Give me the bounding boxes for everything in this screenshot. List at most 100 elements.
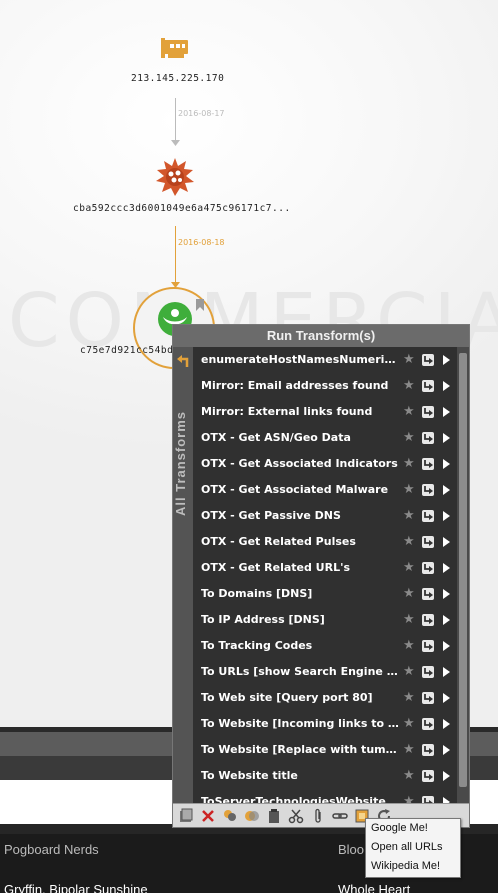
- star-icon[interactable]: ★: [403, 425, 415, 451]
- download-icon[interactable]: [421, 665, 435, 679]
- network-card-icon[interactable]: [160, 36, 190, 62]
- star-icon[interactable]: ★: [403, 503, 415, 529]
- submenu-arrow-icon[interactable]: [443, 355, 450, 365]
- transform-item[interactable]: OTX - Get Related URL's ★: [193, 555, 457, 581]
- menu-item-wikipedia-me[interactable]: Wikipedia Me!: [366, 857, 460, 876]
- edge-date-label: 2016-08-18: [178, 238, 225, 247]
- transform-item-label: OTX - Get Associated Malware: [201, 483, 389, 496]
- scrollbar[interactable]: [457, 347, 469, 803]
- submenu-arrow-icon[interactable]: [443, 563, 450, 573]
- download-icon[interactable]: [421, 431, 435, 445]
- download-icon[interactable]: [421, 405, 435, 419]
- star-icon[interactable]: ★: [403, 737, 415, 763]
- download-icon[interactable]: [421, 587, 435, 601]
- transform-item[interactable]: To Tracking Codes ★: [193, 633, 457, 659]
- transform-item[interactable]: To Website [Replace with tumbnail] ★: [193, 737, 457, 763]
- star-icon[interactable]: ★: [403, 763, 415, 789]
- download-icon[interactable]: [421, 535, 435, 549]
- download-icon[interactable]: [421, 639, 435, 653]
- download-icon[interactable]: [421, 717, 435, 731]
- transform-item[interactable]: ToServerTechnologiesWebsite ★: [193, 789, 457, 803]
- transform-item[interactable]: OTX - Get ASN/Geo Data ★: [193, 425, 457, 451]
- transform-item[interactable]: To URLs [show Search Engine res... ★: [193, 659, 457, 685]
- transform-item[interactable]: To IP Address [DNS] ★: [193, 607, 457, 633]
- export-icon[interactable]: [178, 808, 194, 824]
- star-icon[interactable]: ★: [403, 633, 415, 659]
- submenu-arrow-icon[interactable]: [443, 589, 450, 599]
- edge-date-label: 2016-08-17: [178, 109, 225, 118]
- back-arrow-icon[interactable]: [175, 353, 191, 369]
- download-icon[interactable]: [421, 769, 435, 783]
- clipboard-icon[interactable]: [266, 808, 282, 824]
- download-icon[interactable]: [421, 483, 435, 497]
- submenu-arrow-icon[interactable]: [443, 433, 450, 443]
- scroll-thumb[interactable]: [459, 353, 467, 787]
- transform-item[interactable]: OTX - Get Associated Indicators ★: [193, 451, 457, 477]
- download-icon[interactable]: [421, 509, 435, 523]
- transform-item-label: To Website [Incoming links to site]: [201, 717, 401, 730]
- download-icon[interactable]: [421, 561, 435, 575]
- transform-item[interactable]: To Website title ★: [193, 763, 457, 789]
- transform-item[interactable]: Mirror: Email addresses found ★: [193, 373, 457, 399]
- menu-item-open-all-urls[interactable]: Open all URLs: [366, 838, 460, 857]
- star-icon[interactable]: ★: [403, 477, 415, 503]
- star-icon[interactable]: ★: [403, 347, 415, 373]
- submenu-arrow-icon[interactable]: [443, 407, 450, 417]
- download-icon[interactable]: [421, 743, 435, 757]
- tab-all-transforms[interactable]: All Transforms: [173, 347, 193, 803]
- paint-icon[interactable]: [222, 808, 238, 824]
- transform-item[interactable]: enumerateHostNamesNumerically ★: [193, 347, 457, 373]
- star-icon[interactable]: ★: [403, 529, 415, 555]
- star-icon[interactable]: ★: [403, 607, 415, 633]
- star-icon[interactable]: ★: [403, 685, 415, 711]
- paperclip-icon[interactable]: [310, 808, 326, 824]
- transform-item[interactable]: To Website [Incoming links to site] ★: [193, 711, 457, 737]
- submenu-arrow-icon[interactable]: [443, 537, 450, 547]
- download-icon[interactable]: [421, 795, 435, 803]
- star-icon[interactable]: ★: [403, 451, 415, 477]
- bookmark-icon[interactable]: [196, 299, 204, 311]
- download-icon[interactable]: [421, 691, 435, 705]
- transform-item[interactable]: OTX - Get Passive DNS ★: [193, 503, 457, 529]
- scissors-icon[interactable]: [288, 808, 304, 824]
- submenu-arrow-icon[interactable]: [443, 667, 450, 677]
- malware-icon[interactable]: [156, 158, 194, 196]
- transform-item[interactable]: To Web site [Query port 80] ★: [193, 685, 457, 711]
- submenu-arrow-icon[interactable]: [443, 771, 450, 781]
- submenu-arrow-icon[interactable]: [443, 693, 450, 703]
- submenu-arrow-icon[interactable]: [443, 511, 450, 521]
- download-icon[interactable]: [421, 457, 435, 471]
- star-icon[interactable]: ★: [403, 711, 415, 737]
- submenu-arrow-icon[interactable]: [443, 485, 450, 495]
- submenu-arrow-icon[interactable]: [443, 381, 450, 391]
- transform-item[interactable]: To Domains [DNS] ★: [193, 581, 457, 607]
- star-icon[interactable]: ★: [403, 659, 415, 685]
- transform-item-label: OTX - Get Passive DNS: [201, 509, 341, 522]
- submenu-arrow-icon[interactable]: [443, 719, 450, 729]
- delete-icon[interactable]: [200, 808, 216, 824]
- run-transform-popup: Run Transform(s) All Transforms enumerat…: [172, 324, 470, 828]
- star-icon[interactable]: ★: [403, 555, 415, 581]
- node-label-pulse: c75e7d921cc54bd: [80, 345, 174, 356]
- submenu-arrow-icon[interactable]: [443, 641, 450, 651]
- link-icon[interactable]: [332, 808, 348, 824]
- submenu-arrow-icon[interactable]: [443, 745, 450, 755]
- submenu-arrow-icon[interactable]: [443, 615, 450, 625]
- star-icon[interactable]: ★: [403, 399, 415, 425]
- transform-item[interactable]: Mirror: External links found ★: [193, 399, 457, 425]
- star-icon[interactable]: ★: [403, 373, 415, 399]
- download-icon[interactable]: [421, 353, 435, 367]
- context-submenu: Google Me! Open all URLs Wikipedia Me!: [365, 818, 461, 878]
- star-icon[interactable]: ★: [403, 789, 415, 803]
- node-label-ip: 213.145.225.170: [131, 73, 225, 84]
- list-item[interactable]: Gryffin, Bipolar Sunshine Whole Heart: [0, 882, 498, 893]
- transform-item[interactable]: OTX - Get Associated Malware ★: [193, 477, 457, 503]
- submenu-arrow-icon[interactable]: [443, 459, 450, 469]
- menu-item-google-me[interactable]: Google Me!: [366, 819, 460, 838]
- transform-item[interactable]: OTX - Get Related Pulses ★: [193, 529, 457, 555]
- download-icon[interactable]: [421, 379, 435, 393]
- merge-icon[interactable]: [244, 808, 260, 824]
- star-icon[interactable]: ★: [403, 581, 415, 607]
- popup-title: Run Transform(s): [173, 325, 469, 347]
- download-icon[interactable]: [421, 613, 435, 627]
